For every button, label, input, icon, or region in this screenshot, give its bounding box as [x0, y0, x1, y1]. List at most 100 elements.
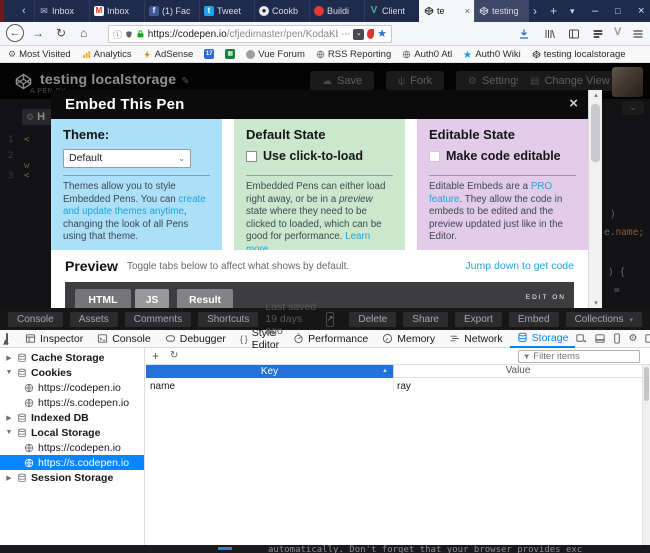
edit-on-codepen[interactable]: EDIT ONC⊙DEPEN: [504, 286, 566, 308]
page-info-icon[interactable]: ⓘ: [113, 28, 122, 41]
scroll-thumb[interactable]: [591, 104, 600, 162]
browser-tab-cookbook[interactable]: ● Cookb: [254, 0, 309, 22]
bookmark-testing-localstorage[interactable]: testing localstorage: [532, 49, 626, 60]
tree-item-local-codepen[interactable]: https://codepen.io: [0, 440, 144, 455]
bookmark-most-visited[interactable]: ⚙Most Visited: [8, 49, 71, 60]
click-to-load-row[interactable]: Use click-to-load: [246, 149, 393, 163]
checkbox[interactable]: [246, 151, 257, 162]
tree-item-cookies[interactable]: ▼Cookies: [0, 365, 144, 380]
assets-button[interactable]: Assets: [70, 312, 118, 327]
tree-item-local-storage[interactable]: ▼Local Storage: [0, 425, 144, 440]
checkbox[interactable]: [429, 151, 440, 162]
bookmark-star-icon[interactable]: ★: [377, 29, 387, 40]
page-actions-icon[interactable]: ⋯: [341, 29, 350, 40]
bookmark-sheet[interactable]: ▦: [225, 49, 235, 59]
bookmark-adsense[interactable]: AdSense: [143, 49, 194, 60]
tree-item-cache-storage[interactable]: ▶Cache Storage: [0, 350, 144, 365]
devtools-tab-console[interactable]: Console: [90, 330, 158, 348]
bookmark-auth0-atl[interactable]: Auth0 Atl: [402, 49, 452, 60]
download-icon[interactable]: [518, 28, 530, 40]
devtools-tab-network[interactable]: Network: [442, 330, 510, 348]
tree-item-cookies-codepen[interactable]: https://codepen.io: [0, 380, 144, 395]
bookmark-rss-reporting[interactable]: RSS Reporting: [316, 49, 391, 60]
browser-tab-building[interactable]: Buildi: [309, 0, 364, 22]
bookmark-analytics[interactable]: Analytics: [82, 49, 132, 60]
browser-tab-testing-codepen[interactable]: testing: [474, 0, 529, 22]
window-maximize-button[interactable]: □: [615, 0, 620, 22]
devtools-tab-debugger[interactable]: Debugger: [158, 330, 233, 348]
close-tab-icon[interactable]: ×: [465, 6, 470, 16]
comments-button[interactable]: Comments: [125, 312, 191, 327]
scroll-up-icon[interactable]: ▴: [589, 91, 603, 99]
browser-tab-inbox1[interactable]: ✉ Inbox: [34, 0, 89, 22]
url-bar[interactable]: ⓘ https://codepen.io/cfjedimaster/pen/Ko…: [108, 25, 392, 43]
pocket-icon[interactable]: ⌄: [353, 29, 364, 40]
back-button[interactable]: ←: [6, 24, 24, 42]
filter-items-input[interactable]: [518, 350, 640, 363]
tab-scroll-left-icon[interactable]: ‹: [22, 0, 26, 22]
add-item-icon[interactable]: +: [152, 349, 159, 363]
library-icon[interactable]: [544, 28, 556, 40]
close-icon[interactable]: ×: [569, 95, 578, 112]
window-close-button[interactable]: ×: [638, 0, 644, 22]
browser-tab-inbox2[interactable]: M Inbox: [89, 0, 144, 22]
browser-tab-client[interactable]: V Client: [364, 0, 419, 22]
tree-item-cookies-s-codepen[interactable]: https://s.codepen.io: [0, 395, 144, 410]
preview-tab-html[interactable]: HTML: [75, 289, 131, 308]
filter-input[interactable]: [533, 351, 635, 362]
export-button[interactable]: Export: [455, 312, 502, 327]
menu-hamburger-icon[interactable]: [632, 28, 644, 40]
console-button[interactable]: Console: [8, 312, 63, 327]
preview-tab-js[interactable]: JS: [135, 289, 169, 308]
devtools-settings-icon[interactable]: ⚙: [628, 331, 637, 347]
dock-side-icon[interactable]: [644, 333, 650, 344]
shield-icon[interactable]: [125, 30, 133, 39]
responsive-mode-icon[interactable]: [613, 333, 621, 344]
jump-to-code-link[interactable]: Jump down to get code: [465, 260, 574, 272]
twisty-expanded-icon[interactable]: ▼: [5, 369, 13, 376]
make-editable-row[interactable]: Make code editable: [429, 149, 576, 163]
bookmark-vue-forum[interactable]: Vue Forum: [246, 49, 305, 60]
devtools-tab-memory[interactable]: Memory: [375, 330, 442, 348]
window-minimize-button[interactable]: –: [592, 0, 598, 22]
twisty-expanded-icon[interactable]: ▼: [5, 429, 13, 436]
new-tab-button[interactable]: +: [550, 0, 557, 22]
table-cell-key[interactable]: name: [150, 381, 175, 392]
embed-button[interactable]: Embed: [509, 312, 559, 327]
scroll-thumb[interactable]: [644, 367, 649, 401]
devtools-tab-inspector[interactable]: Inspector: [18, 330, 90, 348]
column-header-value[interactable]: Value: [393, 365, 642, 378]
tree-item-session-storage[interactable]: ▶Session Storage: [0, 470, 144, 485]
shortcuts-button[interactable]: Shortcuts: [198, 312, 258, 327]
refresh-icon[interactable]: ↻: [170, 350, 178, 361]
theme-select[interactable]: Default⌄: [63, 149, 191, 168]
iframe-picker-icon[interactable]: [575, 333, 587, 344]
preview-tab-result[interactable]: Result: [177, 289, 233, 308]
pick-element-icon[interactable]: [6, 333, 8, 345]
vue-devtools-icon[interactable]: V: [614, 26, 621, 38]
tab-scroll-right-icon[interactable]: ›: [533, 0, 537, 22]
reload-button[interactable]: ↻: [56, 22, 66, 45]
tree-item-indexed-db[interactable]: ▶Indexed DB: [0, 410, 144, 425]
devtools-tab-storage[interactable]: Storage: [510, 330, 576, 348]
delete-button[interactable]: Delete: [349, 312, 396, 327]
browser-tab-active-codepen[interactable]: te ×: [419, 0, 474, 22]
twisty-collapsed-icon[interactable]: ▶: [5, 354, 13, 362]
addon-icon[interactable]: [367, 29, 374, 39]
external-link-icon[interactable]: ↗: [326, 312, 335, 327]
browser-tab-twitter[interactable]: t Tweet: [199, 0, 254, 22]
browser-tab-facebook[interactable]: f (1) Fac: [144, 0, 199, 22]
tab-list-dropdown-icon[interactable]: ▾: [570, 0, 575, 22]
twisty-collapsed-icon[interactable]: ▶: [5, 474, 13, 482]
column-header-key[interactable]: Key▲: [146, 365, 393, 378]
home-button[interactable]: ⌂: [80, 22, 87, 45]
tree-item-local-s-codepen-selected[interactable]: https://s.codepen.io: [0, 455, 144, 470]
stylus-addon-icon[interactable]: [592, 28, 604, 40]
forward-button[interactable]: →: [32, 22, 44, 45]
bookmark-auth0-wiki[interactable]: Auth0 Wiki: [463, 49, 520, 60]
share-button[interactable]: Share: [403, 312, 448, 327]
table-cell-value[interactable]: ray: [397, 381, 411, 392]
modal-scrollbar[interactable]: ▴ ▾: [588, 90, 602, 308]
sidebar-toggle-icon[interactable]: [568, 28, 580, 40]
bookmark-calendar[interactable]: 17: [204, 49, 214, 59]
